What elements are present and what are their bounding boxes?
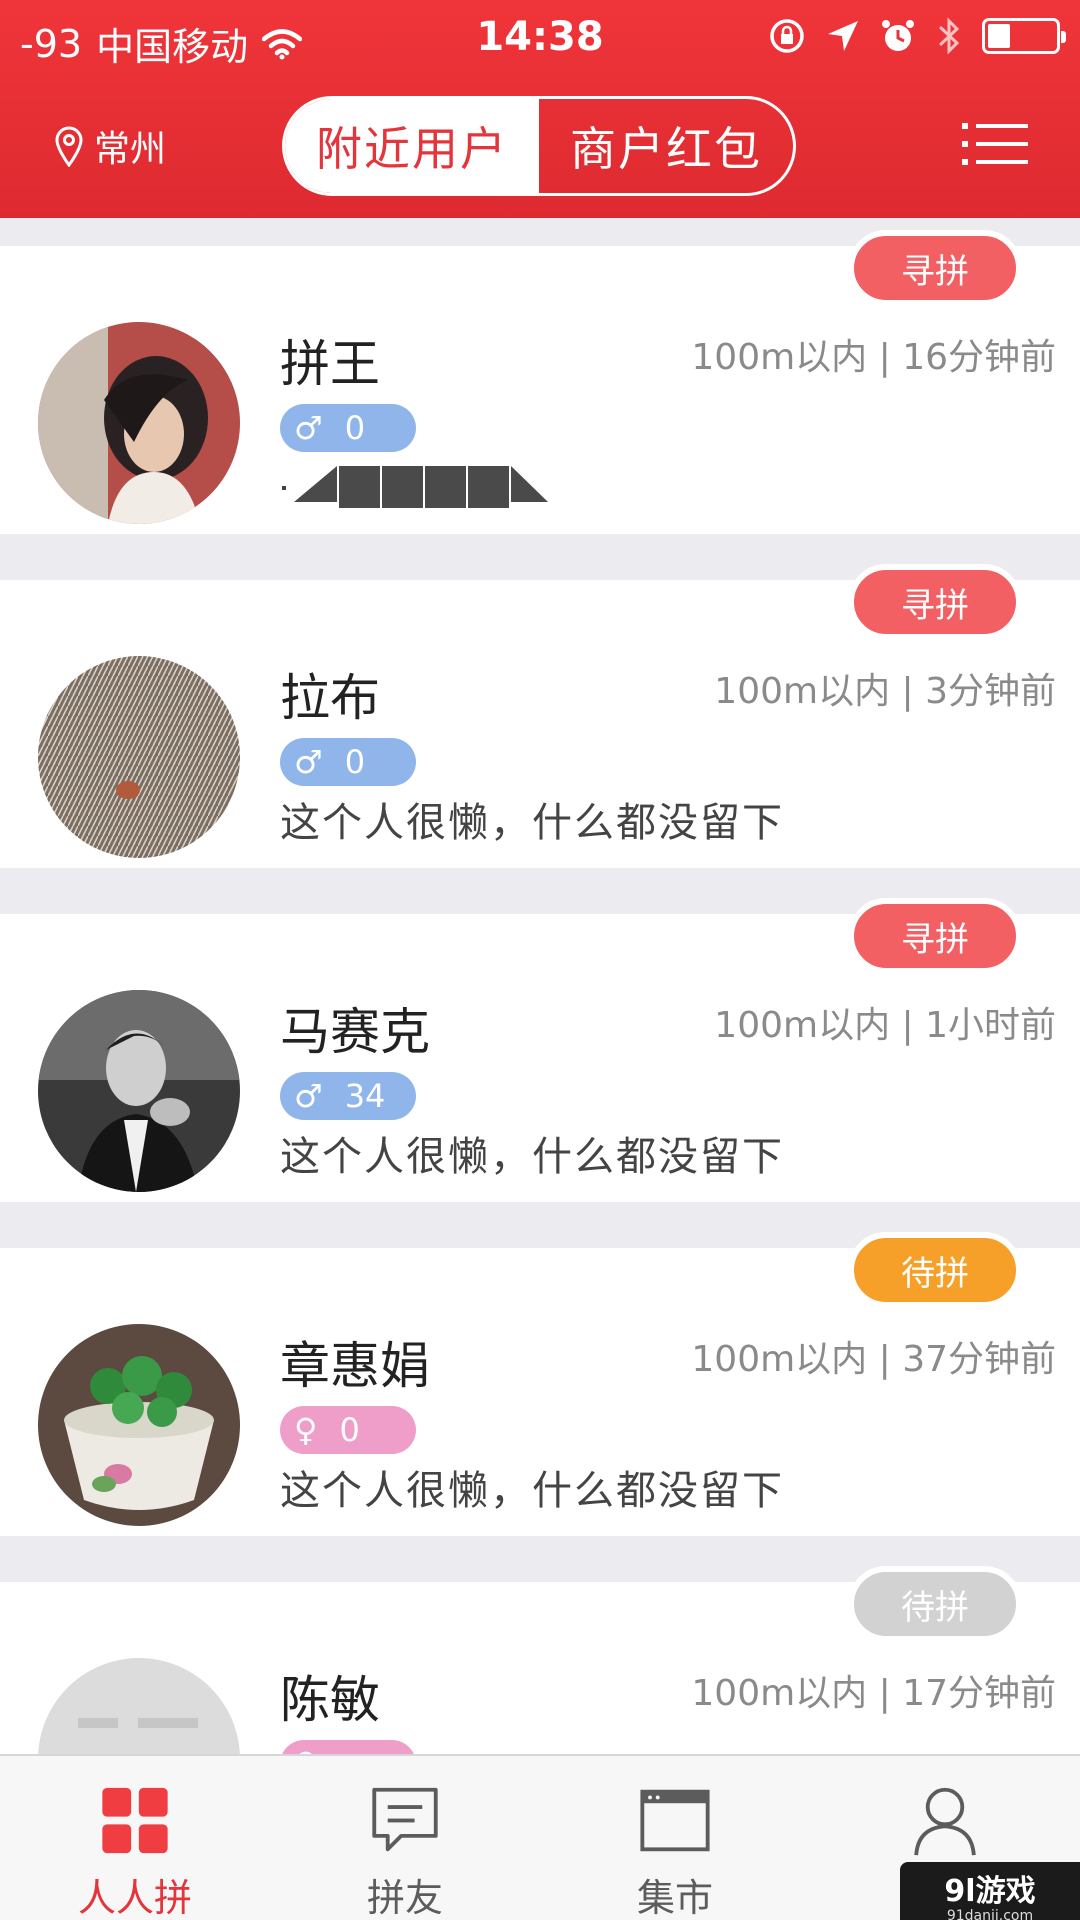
status-bar: -93 中国移动 14:38 (0, 0, 1080, 80)
avatar[interactable] (38, 1658, 240, 1754)
nav-bar: 常州 附近用户 商户红包 (0, 92, 1080, 202)
distance-time: 100m以内 | 1小时前 (714, 1005, 1056, 1046)
user-name: 陈敏 (280, 1671, 380, 1729)
user-name: 拉布 (280, 669, 380, 727)
gender-count: 0 (344, 409, 366, 447)
tab-pinyou[interactable]: 拼友 (270, 1756, 540, 1920)
male-icon: ♂ (294, 409, 323, 447)
user-card[interactable]: 寻拼 拉布 100m以内 | 3分钟前 ♂ 0 这个人很懒，什么都没留下 (0, 564, 1080, 868)
message-icon (372, 1787, 438, 1852)
status-tag[interactable]: 待拼 (848, 1232, 1022, 1308)
user-card[interactable]: 待拼 章惠娟 100m以内 | 37分钟前 ♀ 0 这个人很懒，什么都没留下 (0, 1232, 1080, 1536)
status-tag[interactable]: 寻拼 (848, 898, 1022, 974)
segment-control: 附近用户 商户红包 (282, 96, 796, 196)
watermark-site: 91danji.com (946, 1908, 1034, 1920)
tab-label: 集市 (636, 1876, 713, 1920)
tab-jishi[interactable]: 集市 (540, 1756, 810, 1920)
watermark-brand: 9l游戏 (944, 1874, 1036, 1909)
tab-nearby-users[interactable]: 附近用户 (285, 99, 539, 193)
bluetooth-icon (938, 17, 960, 55)
location-pin-icon (55, 126, 83, 167)
user-name: 拼王 (280, 335, 380, 393)
avatar[interactable] (38, 990, 240, 1192)
avatar[interactable] (38, 322, 240, 524)
female-icon: ♀ (294, 1411, 318, 1449)
city-name: 常州 (94, 129, 167, 170)
distance-time: 100m以内 | 37分钟前 (691, 1339, 1056, 1380)
avatar[interactable] (38, 656, 240, 858)
tab-merchant-red-packets[interactable]: 商户红包 (539, 99, 793, 193)
watermark-logo: 9l游戏 91danji.com (900, 1862, 1080, 1920)
male-icon: ♂ (294, 743, 323, 781)
status-right (768, 16, 1066, 56)
gender-badge: ♂ 0 (280, 404, 416, 452)
distance-time: 100m以内 | 3分钟前 (714, 671, 1056, 712)
location-arrow-icon (828, 21, 858, 51)
gender-badge: ♂ 0 (280, 738, 416, 786)
tab-label: 拼友 (366, 1876, 443, 1920)
battery-icon (982, 18, 1066, 54)
user-list: 寻拼 拼王 100m以内 | 16分钟前 ♂ 0 寻拼 拉布 100m以内 | … (0, 218, 1080, 1754)
rotation-lock-icon (770, 19, 804, 53)
gender-count: 34 (344, 1077, 386, 1115)
user-name: 章惠娟 (280, 1337, 430, 1395)
gender-badge: ♀ (280, 1740, 416, 1754)
gender-count: 0 (344, 743, 366, 781)
distance-time: 100m以内 | 17分钟前 (691, 1673, 1056, 1714)
menu-icon[interactable] (962, 120, 1028, 168)
gender-count: 0 (339, 1411, 360, 1449)
user-name: 马赛克 (280, 1003, 430, 1061)
user-card[interactable]: 寻拼 拼王 100m以内 | 16分钟前 ♂ 0 (0, 230, 1080, 534)
avatar[interactable] (38, 1324, 240, 1526)
city-selector[interactable]: 常州 (54, 120, 166, 172)
status-tag[interactable]: 寻拼 (848, 564, 1022, 640)
user-card[interactable]: 待拼 陈敏 100m以内 | 17分钟前 ♀ (0, 1566, 1080, 1754)
alarm-icon (882, 20, 914, 51)
user-bio: 这个人很懒，什么都没留下 (280, 1134, 784, 1180)
tab-label: 人人拼 (77, 1876, 192, 1920)
status-tag[interactable]: 待拼 (848, 1566, 1022, 1642)
gender-badge: ♂ 34 (280, 1072, 416, 1120)
user-bio: 这个人很懒，什么都没留下 (280, 1468, 784, 1514)
distance-time: 100m以内 | 16分钟前 (691, 337, 1056, 378)
male-icon: ♂ (294, 1077, 323, 1115)
user-card[interactable]: 寻拼 马赛克 100m以内 | 1小时前 ♂ 34 这个人很懒，什么都没留下 (0, 898, 1080, 1202)
tab-renrenpin[interactable]: 人人拼 (0, 1756, 270, 1920)
app-header: -93 中国移动 14:38 常州 附近用户 商户红包 (0, 0, 1080, 218)
female-icon: ♀ (294, 1745, 317, 1754)
browser-window-icon (640, 1789, 710, 1852)
obscured-bio-graphic (282, 466, 548, 508)
person-icon (914, 1787, 976, 1856)
user-bio: 这个人很懒，什么都没留下 (280, 800, 784, 846)
grid-icon (102, 1787, 168, 1854)
gender-badge: ♀ 0 (280, 1406, 416, 1454)
status-tag[interactable]: 寻拼 (848, 230, 1022, 306)
